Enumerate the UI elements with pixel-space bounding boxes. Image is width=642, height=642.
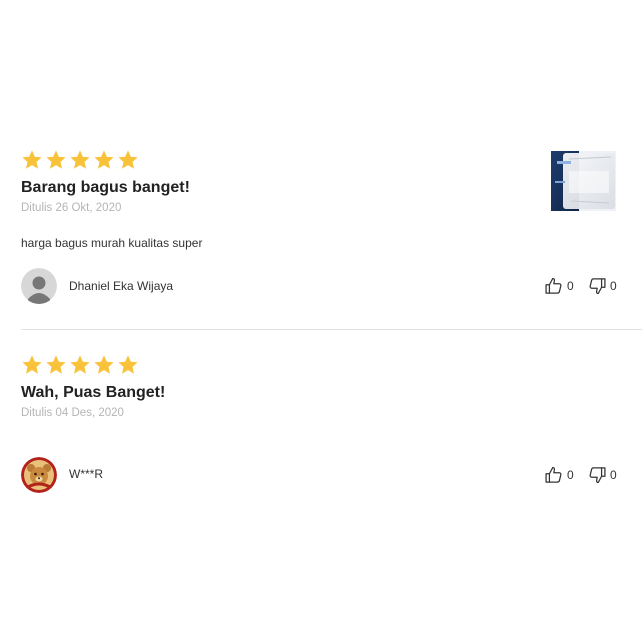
star-icon (22, 355, 42, 374)
dislike-count: 0 (610, 279, 617, 293)
star-icon (94, 150, 114, 169)
bear-avatar-icon (21, 457, 57, 493)
like-count: 0 (567, 279, 574, 293)
default-user-icon (21, 268, 57, 304)
star-icon (22, 150, 42, 169)
dislike-button[interactable]: 0 (587, 276, 617, 296)
thumbs-up-icon (545, 277, 562, 294)
like-button[interactable]: 0 (544, 276, 574, 296)
avatar (21, 268, 57, 304)
review-photo[interactable] (551, 151, 616, 211)
thumbs-down-icon (589, 467, 606, 484)
like-button[interactable]: 0 (544, 465, 574, 485)
dislike-button[interactable]: 0 (587, 465, 617, 485)
review-body: harga bagus murah kualitas super (21, 236, 203, 250)
star-icon (46, 355, 66, 374)
thumbs-up-icon (545, 466, 562, 483)
star-rating (21, 149, 139, 171)
divider (21, 329, 642, 330)
star-icon (70, 355, 90, 374)
reviewer-name: Dhaniel Eka Wijaya (69, 279, 174, 293)
reviewer-name: W***R (69, 467, 104, 481)
dislike-count: 0 (610, 468, 617, 482)
star-icon (118, 355, 138, 374)
thumbs-down-icon (589, 278, 606, 295)
review-date: Ditulis 04 Des, 2020 (21, 407, 124, 419)
star-icon (70, 150, 90, 169)
review-title: Wah, Puas Banget! (21, 384, 166, 401)
star-icon (94, 355, 114, 374)
star-icon (118, 150, 138, 169)
avatar (21, 457, 57, 493)
star-rating (21, 354, 139, 376)
review-date: Ditulis 26 Okt, 2020 (21, 202, 122, 214)
star-icon (46, 150, 66, 169)
like-count: 0 (567, 468, 574, 482)
review-title: Barang bagus banget! (21, 179, 190, 196)
